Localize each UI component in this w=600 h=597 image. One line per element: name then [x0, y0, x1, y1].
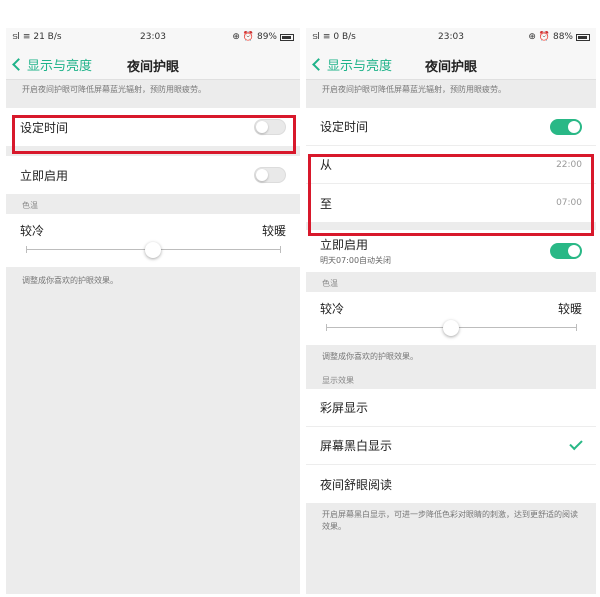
schedule-label: 设定时间	[320, 120, 369, 134]
from-time-value: 22:00	[556, 159, 582, 170]
schedule-group: 设定时间 从 22:00 至 07:00	[306, 108, 596, 222]
to-label: 至	[320, 196, 333, 211]
chevron-left-icon	[12, 58, 25, 71]
status-bar: ടl ≡ 0 B/s 23:03 ⊕ ⏰ 88%	[306, 28, 596, 48]
check-icon	[569, 436, 583, 451]
display-effect-section: 显示效果	[322, 376, 354, 385]
cool-label: 较冷	[320, 302, 345, 316]
schedule-toggle[interactable]	[550, 118, 582, 135]
status-icons: ⊕ ⏰	[232, 32, 254, 42]
chevron-left-icon	[312, 58, 325, 71]
effect-label: 夜间舒眼阅读	[320, 477, 393, 492]
slider-tick	[576, 324, 577, 331]
nav-bar: 显示与亮度 夜间护眼	[6, 48, 300, 80]
slider-thumb[interactable]	[145, 242, 161, 258]
schedule-row[interactable]: 设定时间	[6, 108, 300, 146]
enable-now-label: 立即启用	[20, 168, 69, 183]
enable-now-toggle[interactable]	[550, 243, 582, 259]
back-button[interactable]: 显示与亮度	[312, 55, 393, 74]
adjust-note: 调整成你喜欢的护眼效果。	[22, 276, 118, 285]
slider-tick	[26, 246, 27, 253]
enable-now-row[interactable]: 立即启用 明天07:00自动关闭	[306, 230, 596, 272]
status-icons: ⊕ ⏰	[528, 32, 550, 42]
battery-icon	[576, 33, 590, 41]
slider-tick	[280, 246, 281, 253]
effect-note: 开启屏幕黑白显示，可进一步降低色彩对眼睛的刺激，达到更舒适的阅读效果。	[322, 510, 578, 531]
enable-now-row[interactable]: 立即启用	[6, 156, 300, 194]
display-effect-group: 彩屏显示 屏幕黑白显示 夜间舒眼阅读	[306, 389, 596, 503]
back-label: 显示与亮度	[327, 59, 393, 74]
nav-bar: 显示与亮度 夜间护眼	[306, 48, 596, 80]
enable-now-toggle[interactable]	[254, 167, 286, 183]
effect-row-color[interactable]: 彩屏显示	[306, 389, 596, 427]
enable-group: 立即启用 明天07:00自动关闭	[306, 230, 596, 272]
battery-icon	[280, 33, 294, 41]
left-screen: ടl ≡ 21 B/s 23:03 ⊕ ⏰ 89% 显示与亮度 夜间护眼 开启夜…	[6, 28, 300, 594]
schedule-label: 设定时间	[20, 120, 69, 135]
back-label: 显示与亮度	[27, 59, 93, 74]
slider-thumb[interactable]	[443, 320, 459, 336]
intro-note: 开启夜间护眼可降低屏幕蓝光辐射，预防用眼疲劳。	[22, 85, 206, 94]
enable-group: 立即启用	[6, 156, 300, 194]
status-bar: ടl ≡ 21 B/s 23:03 ⊕ ⏰ 89%	[6, 28, 300, 48]
schedule-row[interactable]: 设定时间	[306, 108, 596, 146]
right-screen: ടl ≡ 0 B/s 23:03 ⊕ ⏰ 88% 显示与亮度 夜间护眼 开启夜间…	[306, 28, 596, 594]
from-time-row[interactable]: 从 22:00	[306, 146, 596, 184]
battery-percent: 88%	[552, 32, 573, 42]
to-time-value: 07:00	[556, 198, 582, 208]
schedule-group: 设定时间	[6, 108, 300, 146]
enable-now-subtitle: 明天07:00自动关闭	[320, 256, 392, 265]
battery-percent: 89%	[256, 32, 277, 42]
to-time-row[interactable]: 至 07:00	[306, 184, 596, 222]
schedule-toggle[interactable]	[254, 119, 286, 135]
color-temp-section: 色温	[322, 279, 338, 288]
intro-note: 开启夜间护眼可降低屏幕蓝光辐射，预防用眼疲劳。	[322, 85, 506, 94]
color-temp-slider[interactable]	[26, 239, 281, 261]
from-label: 从	[320, 158, 333, 172]
adjust-note: 调整成你喜欢的护眼效果。	[322, 352, 418, 361]
warm-label: 较暖	[261, 224, 286, 238]
effect-label: 彩屏显示	[320, 401, 369, 415]
effect-label: 屏幕黑白显示	[320, 439, 393, 453]
enable-now-label: 立即启用	[320, 238, 369, 252]
back-button[interactable]: 显示与亮度	[12, 55, 93, 74]
color-temp-slider-group: 较冷 较暖	[6, 214, 300, 267]
effect-row-night-reading[interactable]: 夜间舒眼阅读	[306, 465, 596, 503]
color-temp-slider[interactable]	[326, 317, 577, 339]
effect-row-grayscale[interactable]: 屏幕黑白显示	[306, 427, 596, 465]
color-temp-slider-group: 较冷 较暖	[306, 292, 596, 345]
color-temp-section: 色温	[22, 201, 38, 210]
warm-label: 较暖	[557, 302, 582, 316]
cool-label: 较冷	[20, 224, 45, 238]
slider-tick	[326, 324, 327, 331]
